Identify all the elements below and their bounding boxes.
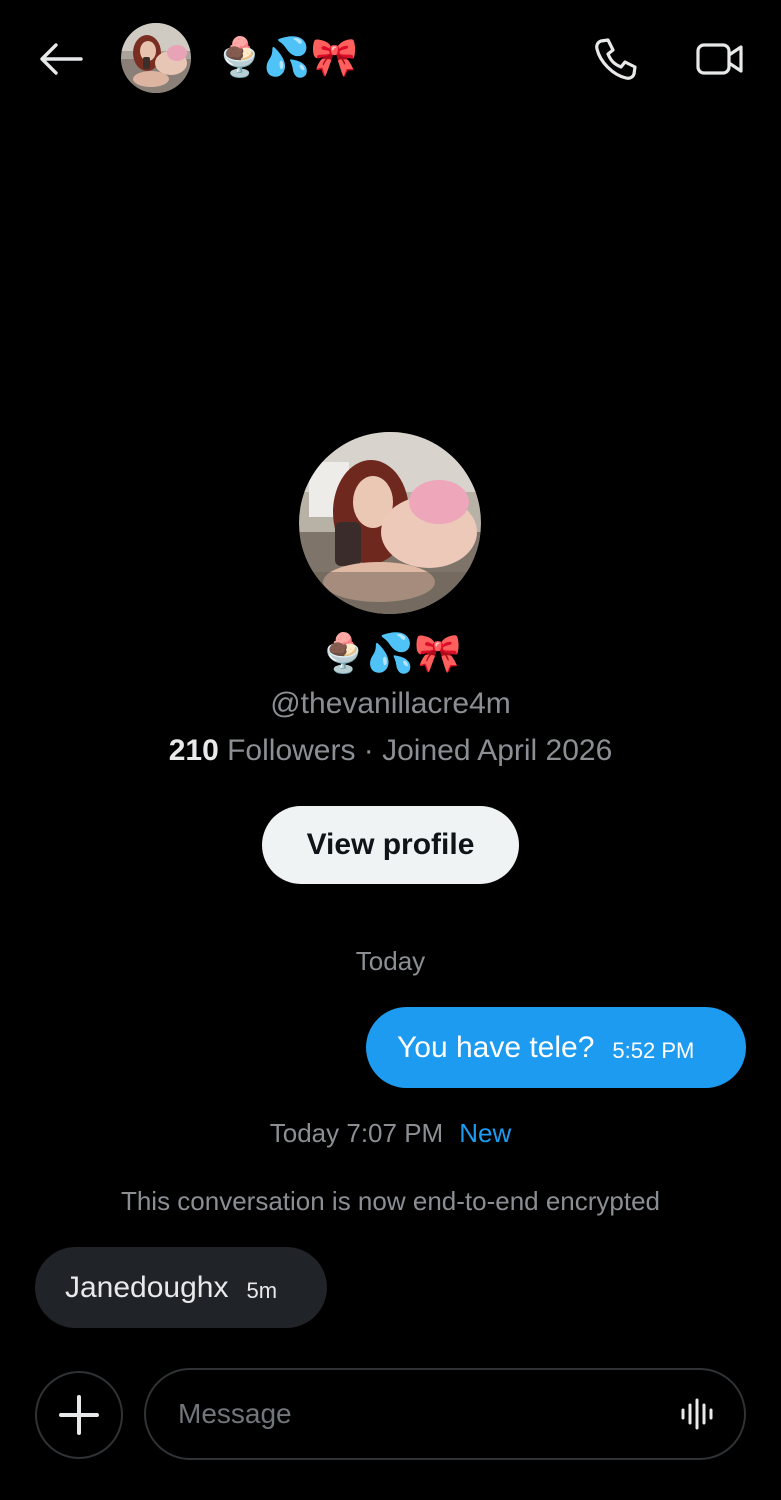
call-button[interactable] [590,34,642,84]
view-profile-button[interactable]: View profile [262,806,519,884]
new-badge: New [459,1118,512,1148]
add-attachment-button[interactable] [35,1371,123,1459]
message-text: You have tele? [397,1030,595,1064]
back-button[interactable] [36,36,86,82]
day-separator: Today [355,946,426,976]
conversation-header: 🍨💦🎀 [0,0,781,118]
message-text: Janedoughx [65,1270,229,1304]
voice-waveform-icon [681,1398,713,1430]
header-display-name[interactable]: 🍨💦🎀 [216,34,358,82]
message-input[interactable] [178,1370,658,1458]
plus-icon [59,1395,99,1435]
profile-avatar[interactable] [299,432,481,614]
message-composer [144,1368,746,1460]
message-timestamp: 5:52 PM [612,1037,695,1063]
new-messages-timestamp: Today 7:07 PM [269,1118,444,1148]
avatar-photo [121,23,191,93]
voice-message-button[interactable] [676,1392,720,1436]
avatar-photo [299,432,481,614]
sent-message-bubble[interactable]: You have tele? 5:52 PM [366,1007,746,1088]
message-timestamp: 5m [246,1277,278,1303]
video-camera-icon [696,43,743,75]
new-messages-divider: Today 7:07 PM New [0,1116,781,1150]
phone-icon [595,38,637,80]
profile-handle: @thevanillacre4m [270,687,511,720]
followers-joined-label: Followers · Joined April 2026 [218,734,613,767]
received-message-bubble[interactable]: Janedoughx 5m [35,1247,327,1328]
arrow-left-icon [40,43,83,75]
profile-display-name: 🍨💦🎀 [319,633,462,675]
profile-stats: 210 Followers · Joined April 2026 [0,731,781,771]
encryption-notice: This conversation is now end-to-end encr… [120,1186,661,1216]
video-call-button[interactable] [692,36,748,82]
followers-count: 210 [168,734,219,767]
header-avatar[interactable] [121,23,191,93]
